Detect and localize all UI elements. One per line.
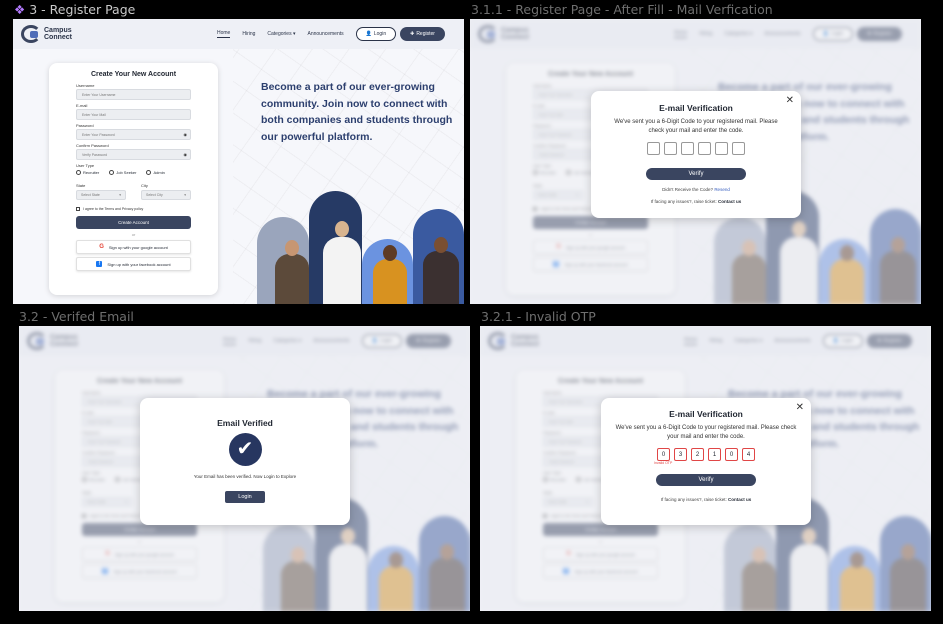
user-type-label: User Type — [76, 163, 95, 168]
verify-button[interactable]: Verify — [656, 474, 756, 486]
contact-us-link[interactable]: Contact us — [718, 199, 741, 204]
facebook-signup-button[interactable]: f Sign up with your facebook account — [76, 257, 191, 271]
hero-person-image — [423, 237, 459, 304]
invalid-otp-frame: CampusConnect Home Hiring Categories ▾ A… — [480, 326, 931, 611]
chevron-down-icon: ▾ — [119, 193, 121, 197]
google-signup-button[interactable]: G Sign up with your google account — [76, 240, 191, 254]
create-account-button[interactable]: Create Account — [76, 216, 191, 229]
modal-title: E-mail Verification — [669, 409, 743, 419]
terms-checkbox[interactable]: I agree to the Terms and Privacy policy — [76, 207, 191, 211]
logo-mark-icon — [21, 25, 41, 43]
state-label: State — [76, 183, 86, 188]
modal-text: We've sent you a 6-Digit Code to your re… — [614, 119, 778, 134]
modal-title: E-mail Verification — [659, 103, 733, 113]
username-input[interactable]: Enter Your Username — [76, 89, 191, 100]
hero-person-image — [323, 221, 361, 304]
invalid-otp-error: Invalid OTP — [654, 461, 673, 465]
otp-digit[interactable]: 1 — [708, 448, 721, 461]
otp-inputs: 0 3 2 1 0 4 — [601, 448, 811, 461]
nav-hiring[interactable]: Hiring — [242, 31, 255, 37]
check-circle-icon: ✔ — [228, 433, 262, 466]
password-label: Password — [76, 123, 94, 128]
contact-us-link[interactable]: Contact us — [728, 497, 751, 502]
form-title: Create Your New Account — [90, 71, 177, 78]
register-button[interactable]: ✚ Register — [400, 27, 445, 41]
email-verification-modal: ✕ E-mail Verification We've sent you a 6… — [601, 398, 811, 525]
modal-title: Email Verified — [217, 418, 273, 428]
google-icon: G — [99, 244, 104, 250]
password-input[interactable]: Enter Your Password ◉ — [76, 129, 191, 140]
resend-link[interactable]: Resend — [714, 187, 730, 192]
frame-title-mail-verification: 3.1.1 - Register Page - After Fill - Mai… — [471, 2, 773, 17]
hero-person-image — [275, 240, 309, 304]
facebook-icon: f — [96, 261, 103, 267]
frame-title-verified-email: 3.2 - Verifed Email — [19, 309, 134, 324]
modal-text: We've sent you a 6-Digit Code to your re… — [615, 425, 797, 440]
or-divider: or — [131, 232, 136, 237]
nav-categories[interactable]: Categories ▾ — [267, 31, 295, 37]
close-icon[interactable]: ✕ — [786, 95, 794, 106]
otp-digit[interactable] — [732, 142, 745, 155]
user-icon: 👤 — [365, 31, 372, 37]
otp-digit[interactable]: 3 — [674, 448, 687, 461]
resend-row: Didn't Receive the Code? Resend — [662, 187, 730, 192]
user-plus-icon: ✚ — [410, 31, 415, 37]
radio-recruiter[interactable]: Recruiter — [76, 170, 99, 175]
otp-digit[interactable] — [715, 142, 728, 155]
frame-title-invalid-otp: 3.2.1 - Invalid OTP — [481, 309, 596, 324]
verify-button[interactable]: Verify — [646, 168, 746, 180]
city-select[interactable]: Select City ▾ — [141, 190, 191, 200]
hero-tagline: Become a part of our ever-growing commun… — [261, 81, 453, 143]
otp-digit[interactable] — [681, 142, 694, 155]
radio-admin[interactable]: Admin — [146, 170, 165, 175]
component-icon: ❖ — [14, 2, 26, 17]
username-label: Username — [76, 83, 95, 88]
nav-links: Home Hiring Categories ▾ Announcements 👤… — [217, 27, 397, 41]
otp-digit[interactable]: 4 — [742, 448, 755, 461]
user-type-radios: Recruiter Job Seeker Admin — [76, 170, 191, 175]
city-label: City — [141, 183, 148, 188]
nav-announcements[interactable]: Announcements — [308, 31, 344, 37]
otp-digit[interactable]: 0 — [725, 448, 738, 461]
otp-digit[interactable]: 0 — [657, 448, 670, 461]
support-row: If facing any issues?, raise ticket: Con… — [650, 199, 742, 204]
otp-digit[interactable] — [698, 142, 711, 155]
radio-job-seeker[interactable]: Job Seeker — [109, 170, 136, 175]
mail-verification-frame: CampusConnect Home Hiring Categories ▾ A… — [470, 19, 921, 304]
eye-icon[interactable]: ◉ — [184, 132, 188, 137]
login-button[interactable]: 👤 Login — [355, 27, 397, 41]
support-row: If facing any issues?, raise ticket: Con… — [660, 497, 752, 502]
top-nav: CampusConnect Home Hiring Categories ▾ A… — [13, 19, 464, 49]
email-verified-modal: Email Verified ✔ Your Email has been ver… — [140, 398, 350, 525]
nav-home[interactable]: Home — [217, 30, 231, 38]
logo[interactable]: Campus Connect — [21, 25, 181, 43]
otp-digit[interactable] — [664, 142, 677, 155]
otp-digit[interactable] — [647, 142, 660, 155]
email-label: E-mail — [76, 103, 88, 108]
close-icon[interactable]: ✕ — [796, 402, 804, 413]
register-page-frame: Campus Connect Home Hiring Categories ▾ A… — [13, 19, 464, 304]
email-input[interactable]: Enter Your Mail — [76, 109, 191, 120]
state-select[interactable]: Select State ▾ — [76, 190, 126, 200]
email-verification-modal: ✕ E-mail Verification We've sent you a 6… — [591, 91, 801, 218]
verified-email-frame: CampusConnect Home Hiring Categories ▾ A… — [19, 326, 470, 611]
otp-inputs — [591, 142, 801, 155]
confirm-password-input[interactable]: Verify Password ◉ — [76, 149, 191, 160]
eye-icon[interactable]: ◉ — [184, 152, 188, 157]
modal-text: Your Email has been verified. Now Login … — [193, 474, 297, 479]
confirm-password-label: Confirm Password — [76, 143, 109, 148]
hero-person-image — [373, 245, 407, 304]
frame-title-register: ❖ 3 - Register Page — [14, 2, 136, 17]
register-form-card: Create Your New Account Username Enter Y… — [49, 63, 218, 295]
login-button[interactable]: Login — [225, 491, 265, 503]
otp-digit[interactable]: 2 — [691, 448, 704, 461]
page-background: Campus Connect Home Hiring Categories ▾ A… — [13, 19, 464, 304]
chevron-down-icon: ▾ — [184, 193, 186, 197]
